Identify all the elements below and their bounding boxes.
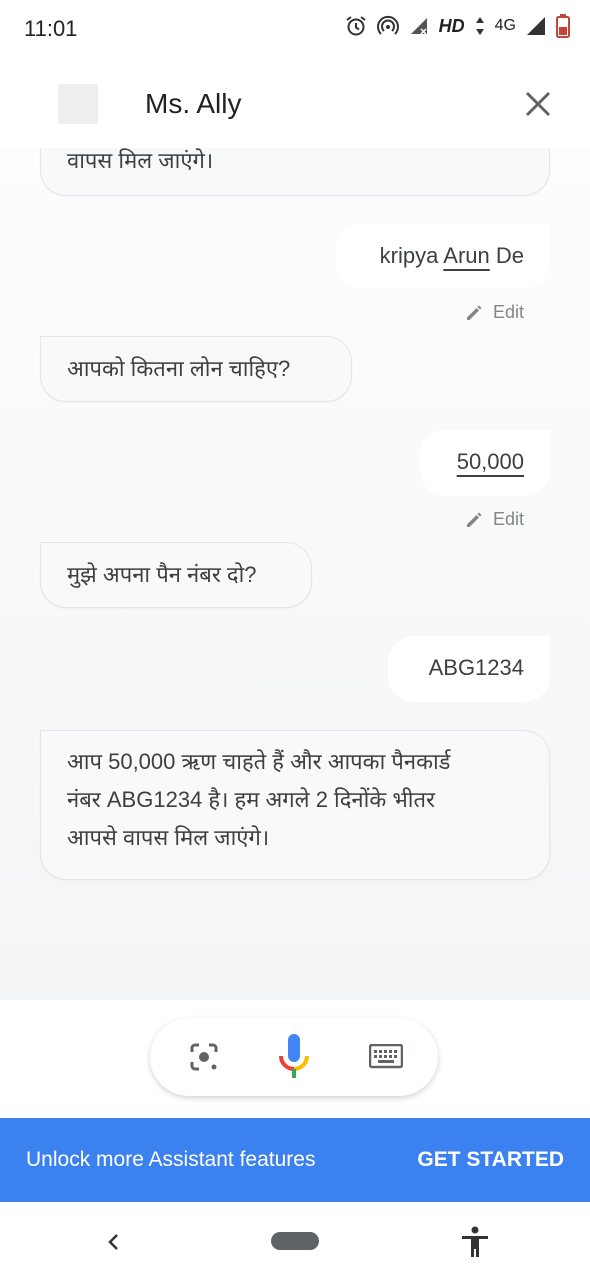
- lens-icon: [190, 1043, 218, 1071]
- status-time: 11:01: [24, 16, 78, 41]
- user-message: ABG1234: [388, 636, 550, 702]
- microphone-button[interactable]: [269, 1032, 319, 1082]
- banner-text: Unlock more Assistant features: [26, 1148, 316, 1171]
- pencil-icon: [466, 512, 482, 527]
- message-text: वापस मिल जाएंगे।: [67, 148, 214, 173]
- message-text: ABG1234: [428, 655, 524, 680]
- microphone-icon: [279, 1034, 309, 1078]
- conversation[interactable]: वापस मिल जाएंगे। kripya Arun De Edit आपक…: [0, 148, 590, 1000]
- header-title: Ms. Ally: [145, 88, 242, 119]
- hd-label: HD: [438, 15, 465, 36]
- status-icons: HD 4G: [345, 14, 570, 38]
- message-line: आपसे वापस मिल जाएंगे।: [67, 825, 270, 850]
- message-text-highlight: 50,000: [456, 449, 524, 474]
- signal-icon: [526, 16, 546, 36]
- assistant-banner: Unlock more Assistant features GET START…: [0, 1118, 590, 1202]
- battery-icon: [556, 14, 570, 38]
- signal-no-data-icon: [409, 16, 429, 36]
- accessibility-button[interactable]: [460, 1226, 490, 1263]
- message-line: आप 50,000 ऋण चाहते हैं और आपका पैनकार्ड: [67, 749, 451, 774]
- message-text: मुझे अपना पैन नंबर दो?: [67, 562, 257, 587]
- alarm-icon: [345, 15, 367, 37]
- pencil-icon: [466, 305, 482, 320]
- user-message: kripya Arun De: [336, 224, 550, 288]
- lens-button[interactable]: [179, 1032, 229, 1082]
- edit-button[interactable]: Edit: [465, 509, 524, 530]
- back-button[interactable]: [100, 1228, 128, 1261]
- edit-label: Edit: [492, 302, 524, 322]
- status-bar: 11:01 HD 4G: [0, 0, 590, 58]
- avatar: [58, 84, 98, 124]
- get-started-button[interactable]: GET STARTED: [417, 1148, 564, 1172]
- edit-label: Edit: [492, 509, 524, 529]
- close-icon: [525, 91, 551, 117]
- message-line: नंबर ABG1234 है। हम अगले 2 दिनोंके भीतर: [67, 787, 436, 812]
- message-text-prefix: kripya: [379, 243, 444, 268]
- data-arrows-icon: [475, 16, 485, 36]
- bot-message: वापस मिल जाएंगे।: [40, 148, 550, 196]
- close-button[interactable]: [520, 86, 556, 122]
- message-text: आपको कितना लोन चाहिए?: [67, 356, 291, 381]
- hotspot-icon: [376, 15, 399, 37]
- user-message: 50,000: [420, 430, 550, 496]
- input-area: [0, 1000, 590, 1118]
- assistant-header: Ms. Ally: [0, 58, 590, 148]
- bot-message: मुझे अपना पैन नंबर दो?: [40, 542, 312, 608]
- navigation-bar: [0, 1202, 590, 1280]
- home-pill-icon: [271, 1232, 319, 1250]
- network-label: 4G: [494, 17, 516, 34]
- back-icon: [108, 1234, 118, 1250]
- message-text-suffix: De: [489, 243, 524, 268]
- message-text-highlight: Arun: [443, 243, 490, 268]
- keyboard-icon: [369, 1044, 403, 1069]
- keyboard-button[interactable]: [361, 1032, 411, 1082]
- accessibility-icon: [462, 1226, 488, 1257]
- home-button[interactable]: [271, 1232, 319, 1255]
- bot-message: आप 50,000 ऋण चाहते हैं और आपका पैनकार्ड …: [40, 730, 550, 880]
- input-pill: [150, 1018, 438, 1096]
- bot-message: आपको कितना लोन चाहिए?: [40, 336, 352, 402]
- edit-button[interactable]: Edit: [465, 302, 524, 323]
